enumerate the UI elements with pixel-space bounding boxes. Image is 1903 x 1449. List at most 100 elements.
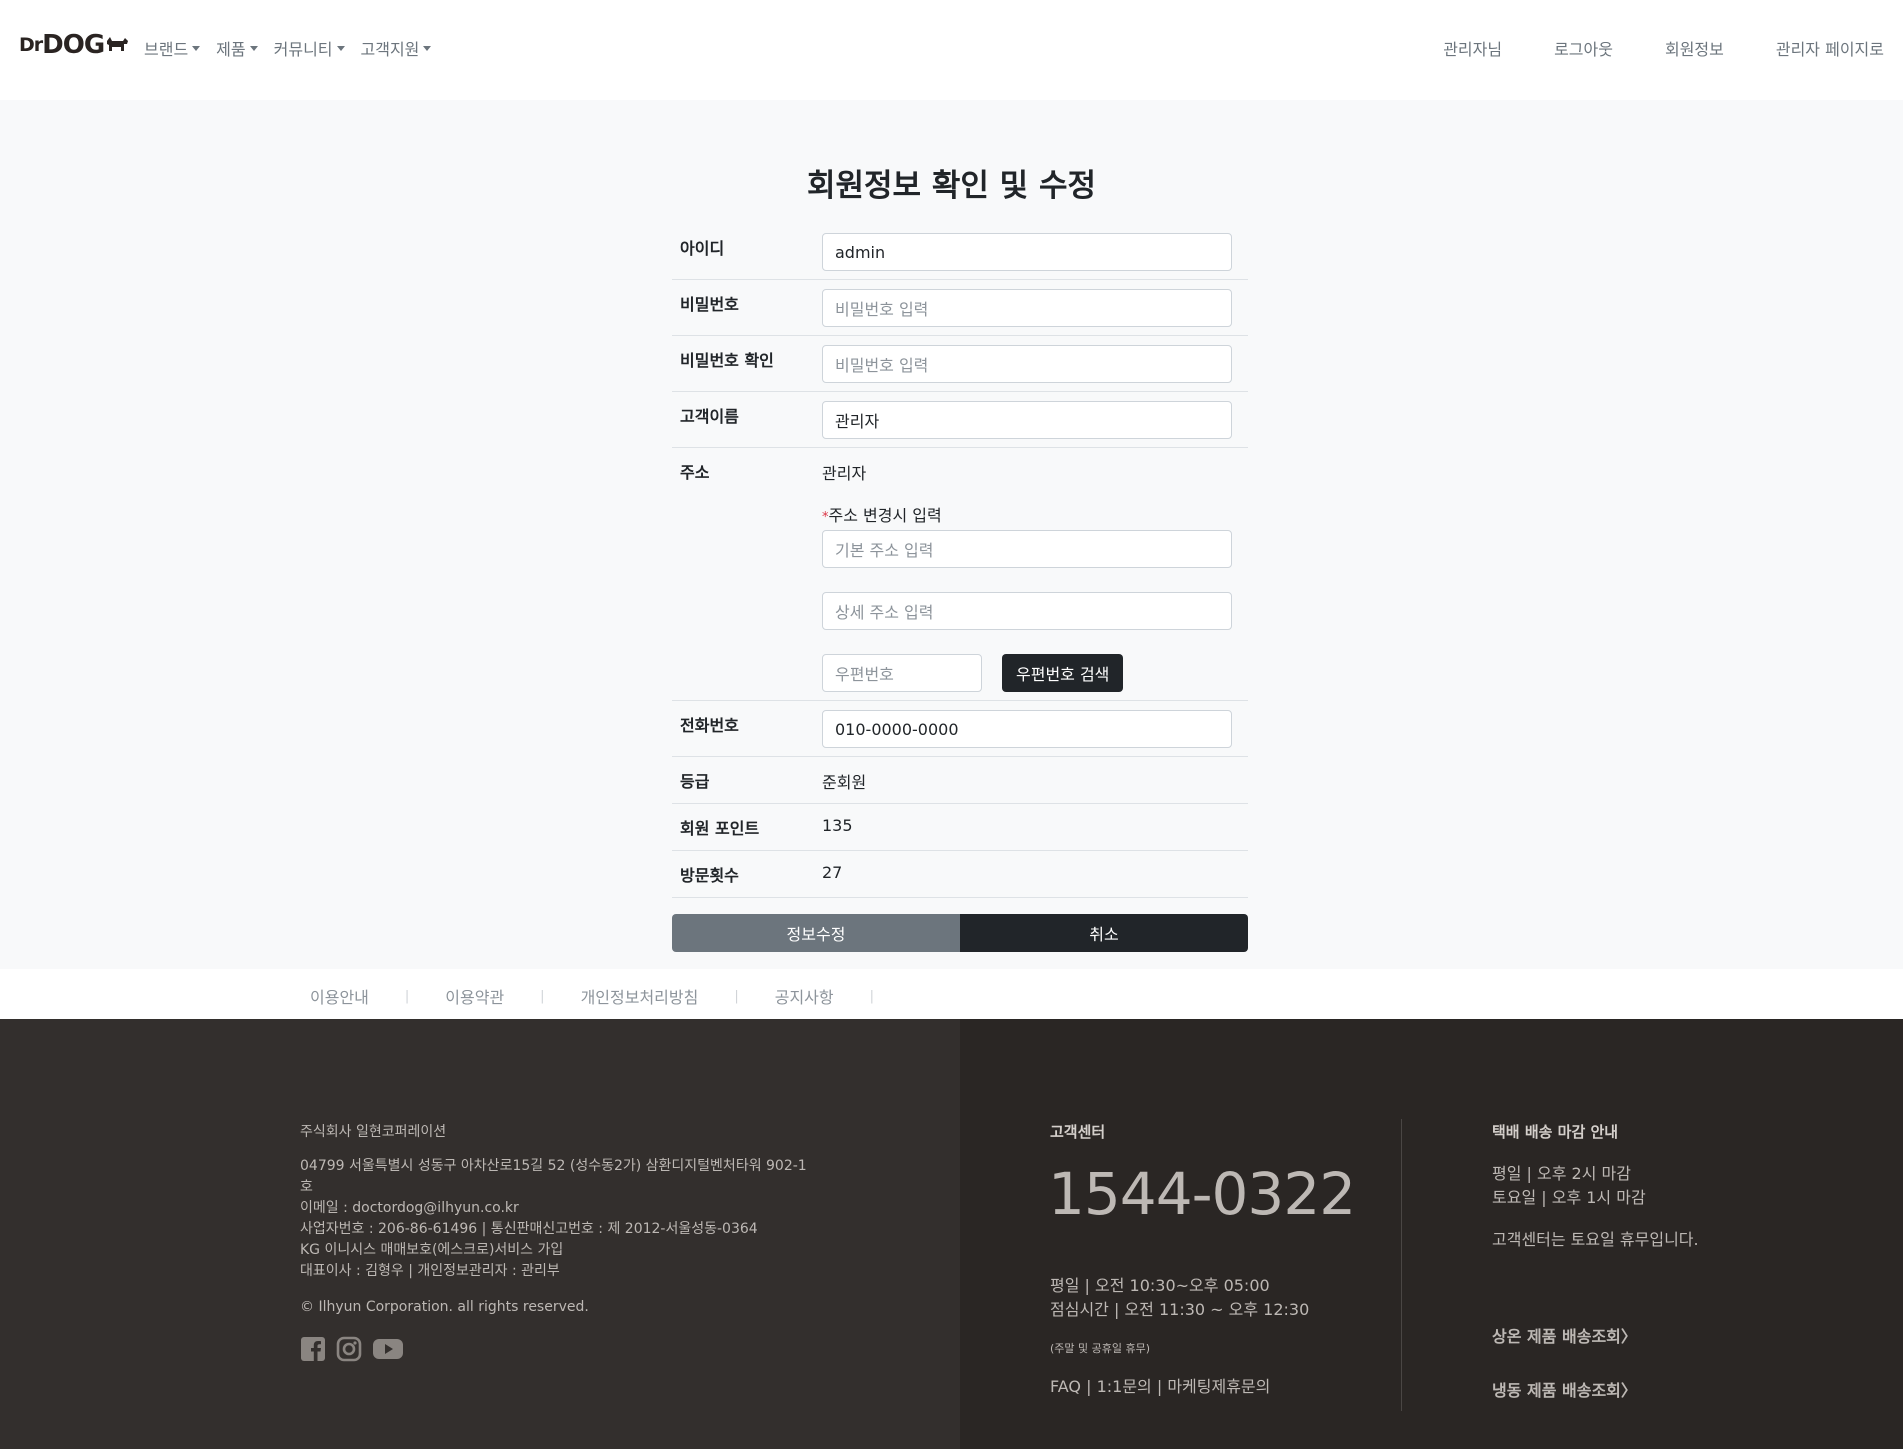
zip-input[interactable]: 우편번호	[822, 654, 982, 692]
room-temp-tracking-link[interactable]: 상온 제품 배송조회〉	[1492, 1323, 1637, 1347]
cs-title: 고객센터	[1050, 1123, 1106, 1141]
grade-row: 등급 준회원	[672, 757, 1248, 804]
brand-logo[interactable]: Dr DOG	[19, 30, 129, 60]
ceo-info: 대표이사 : 김형우 | 개인정보관리자 : 관리부	[300, 1263, 560, 1279]
visits-label: 방문횟수	[680, 866, 739, 885]
facebook-icon[interactable]	[300, 1336, 326, 1362]
name-row: 고객이름 관리자	[672, 392, 1248, 448]
address-basic-input[interactable]: 기본 주소 입력	[822, 530, 1232, 568]
password-input[interactable]: 비밀번호 입력	[822, 289, 1232, 327]
delivery-deadlines: 평일 | 오후 2시 마감 토요일 | 오후 1시 마감	[1492, 1162, 1646, 1210]
logo-dr-text: Dr	[19, 34, 43, 56]
visits-value: 27	[822, 863, 843, 882]
zip-row: 우편번호 우편번호 검색	[822, 654, 1240, 692]
menu-brand[interactable]: 브랜드	[144, 36, 201, 60]
logo-dog-text: DOG	[42, 30, 105, 60]
page-title: 회원정보 확인 및 수정	[806, 168, 1097, 204]
cs-weekday-hours: 평일 | 오전 10:30~오후 05:00	[1050, 1276, 1270, 1295]
footer-divider	[1401, 1119, 1402, 1411]
separator: |	[734, 988, 739, 1004]
frozen-tracking-link[interactable]: 냉동 제품 배송조회〉	[1492, 1377, 1637, 1401]
phone-input[interactable]: 010-0000-0000	[822, 710, 1232, 748]
instagram-icon[interactable]	[336, 1336, 362, 1362]
menu-community[interactable]: 커뮤니티	[274, 36, 345, 60]
name-input[interactable]: 관리자	[822, 401, 1232, 439]
caret-down-icon	[423, 45, 432, 51]
id-row: 아이디 admin	[672, 224, 1248, 280]
menu-products-label: 제품	[216, 40, 246, 59]
password-confirm-input[interactable]: 비밀번호 입력	[822, 345, 1232, 383]
frozen-tracking-label: 냉동 제품 배송조회	[1492, 1381, 1621, 1400]
company-info: 04799 서울특별시 성동구 아차산로15길 52 (성수동2가) 삼환디지털…	[300, 1156, 810, 1282]
cs-hours: 평일 | 오전 10:30~오후 05:00 점심시간 | 오전 11:30 ~…	[1050, 1274, 1309, 1322]
points-label: 회원 포인트	[680, 819, 760, 838]
member-info-link[interactable]: 회원정보	[1665, 36, 1724, 60]
zip-search-button[interactable]: 우편번호 검색	[1002, 654, 1124, 692]
caret-down-icon	[192, 45, 201, 51]
chevron-right-icon: 〉	[1620, 1327, 1637, 1346]
cancel-button[interactable]: 취소	[960, 914, 1248, 952]
phone-row: 전화번호 010-0000-0000	[672, 701, 1248, 757]
company-address: 04799 서울특별시 성동구 아차산로15길 52 (성수동2가) 삼환디지털…	[300, 1158, 807, 1195]
address-note: *주소 변경시 입력	[822, 502, 1240, 526]
address-row: 주소 관리자 *주소 변경시 입력 기본 주소 입력 상세 주소 입력 우편번호…	[672, 448, 1248, 701]
footer-link-notice[interactable]: 공지사항	[775, 984, 834, 1008]
name-label: 고객이름	[680, 407, 739, 426]
delivery-note: 고객센터는 토요일 휴무입니다.	[1492, 1230, 1699, 1249]
footer-links-bar: 이용안내 | 이용약관 | 개인정보처리방침 | 공지사항 |	[0, 969, 1903, 1019]
footer-link-guide[interactable]: 이용안내	[310, 984, 369, 1008]
form-buttons: 정보수정 취소	[672, 914, 1248, 952]
company-email: 이메일 : doctordog@ilhyun.co.kr	[300, 1200, 519, 1216]
visits-row: 방문횟수 27	[672, 851, 1248, 898]
points-value: 135	[822, 816, 853, 835]
menu-products[interactable]: 제품	[216, 36, 258, 60]
cs-phone: 1544-0322	[1048, 1160, 1356, 1228]
menu-brand-label: 브랜드	[144, 40, 189, 59]
faq-link[interactable]: FAQ	[1050, 1377, 1081, 1396]
phone-label: 전화번호	[680, 716, 739, 735]
points-row: 회원 포인트 135	[672, 804, 1248, 851]
password-confirm-label: 비밀번호 확인	[680, 351, 774, 370]
logout-link[interactable]: 로그아웃	[1554, 36, 1613, 60]
grade-value: 준회원	[822, 773, 867, 792]
id-label: 아이디	[680, 239, 725, 258]
update-button[interactable]: 정보수정	[672, 914, 960, 952]
social-links	[300, 1336, 404, 1362]
youtube-icon[interactable]	[372, 1336, 404, 1362]
admin-page-link[interactable]: 관리자 페이지로	[1776, 36, 1884, 60]
cs-links: FAQ | 1:1문의 | 마케팅제휴문의	[1050, 1377, 1271, 1396]
dog-logo-icon	[107, 37, 129, 51]
separator: |	[540, 988, 545, 1004]
address-note-text: 주소 변경시 입력	[828, 506, 942, 525]
inquiry-link[interactable]: 1:1문의	[1097, 1377, 1152, 1396]
menu-community-label: 커뮤니티	[273, 40, 333, 59]
caret-down-icon	[249, 45, 258, 51]
main-menu: 브랜드 제품 커뮤니티 고객지원	[144, 36, 432, 60]
address-detail-input[interactable]: 상세 주소 입력	[822, 592, 1232, 630]
separator: |	[404, 988, 410, 1004]
marketing-link[interactable]: 마케팅제휴문의	[1167, 1377, 1270, 1396]
id-input[interactable]: admin	[822, 233, 1232, 271]
room-temp-tracking-label: 상온 제품 배송조회	[1492, 1327, 1621, 1346]
separator: |	[869, 988, 874, 1004]
password-row: 비밀번호 비밀번호 입력	[672, 280, 1248, 336]
menu-support[interactable]: 고객지원	[361, 36, 432, 60]
escrow-info: KG 이니시스 매매보호(에스크로)서비스 가입	[300, 1242, 564, 1258]
user-menu: 관리자님 로그아웃 회원정보 관리자 페이지로	[1391, 36, 1884, 60]
password-label: 비밀번호	[680, 295, 739, 314]
top-navbar: Dr DOG 브랜드 제품 커뮤니티 고객지원 관리자님 로그아웃 회원정보 관리…	[0, 0, 1903, 100]
password-confirm-row: 비밀번호 확인 비밀번호 입력	[672, 336, 1248, 392]
grade-label: 등급	[680, 772, 710, 791]
business-number: 사업자번호 : 206-86-61496 | 통신판매신고번호 : 제 2012…	[300, 1221, 758, 1237]
cs-lunch-hours: 점심시간 | 오전 11:30 ~ 오후 12:30	[1050, 1300, 1310, 1319]
copyright: © Ilhyun Corporation. all rights reserve…	[300, 1299, 589, 1315]
footer-link-terms[interactable]: 이용약관	[445, 984, 504, 1008]
cs-holiday: (주말 및 공휴일 휴무)	[1050, 1342, 1151, 1355]
menu-support-label: 고객지원	[360, 40, 420, 59]
company-name: 주식회사 일현코퍼레이션	[300, 1124, 447, 1140]
user-greeting-link[interactable]: 관리자님	[1443, 36, 1502, 60]
delivery-title: 택배 배송 마감 안내	[1492, 1123, 1619, 1141]
chevron-right-icon: 〉	[1620, 1381, 1637, 1400]
caret-down-icon	[336, 45, 345, 51]
footer-link-privacy[interactable]: 개인정보처리방침	[581, 984, 699, 1008]
